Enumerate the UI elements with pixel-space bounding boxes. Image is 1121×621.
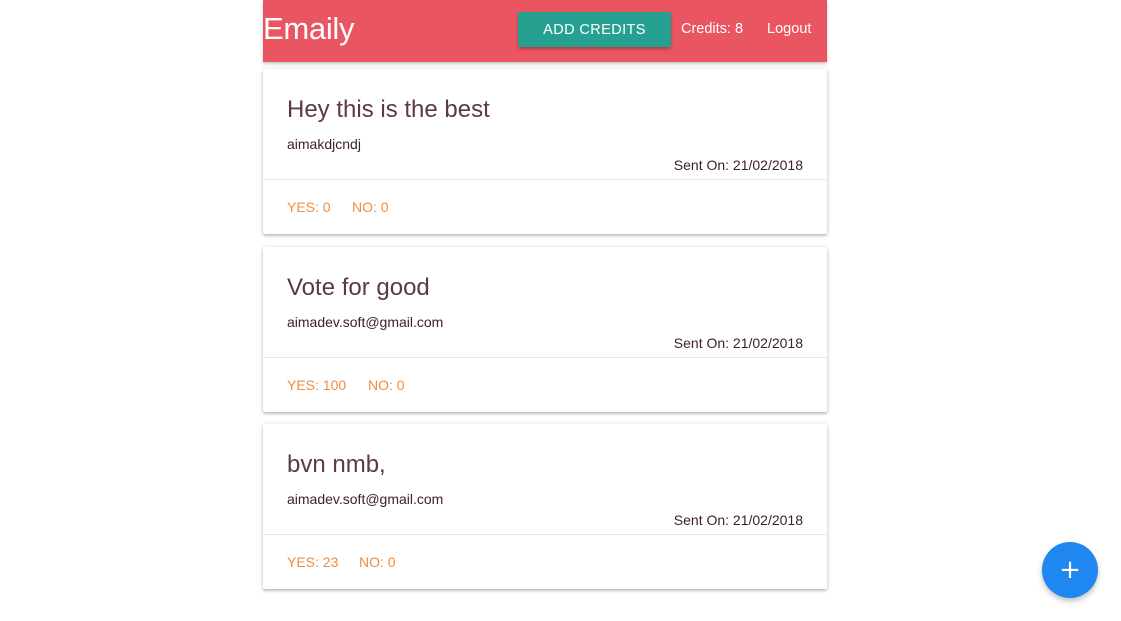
survey-sent-date: Sent On: 21/02/2018: [673, 335, 803, 351]
survey-sent-date: Sent On: 21/02/2018: [673, 157, 803, 173]
survey-card-content: Vote for good aimadev.soft@gmail.com Sen…: [263, 247, 827, 358]
no-count[interactable]: NO: 0: [352, 198, 389, 216]
survey-recipient: aimakdjcndj: [287, 136, 361, 152]
logout-link[interactable]: Logout: [767, 20, 811, 38]
add-icon: +: [1059, 555, 1081, 585]
add-credits-button[interactable]: ADD CREDITS: [518, 12, 671, 47]
new-survey-button[interactable]: +: [1042, 542, 1098, 598]
survey-card-actions: YES: 23 NO: 0: [263, 535, 827, 589]
credits-count: Credits: 8: [681, 21, 744, 37]
survey-recipient: aimadev.soft@gmail.com: [287, 491, 444, 507]
yes-count[interactable]: YES: 23: [287, 553, 338, 571]
survey-title: Vote for good: [287, 274, 430, 301]
survey-title: bvn nmb,: [287, 451, 386, 478]
brand-logo[interactable]: Emaily: [263, 10, 355, 48]
survey-card: Vote for good aimadev.soft@gmail.com Sen…: [263, 247, 827, 412]
survey-card-content: bvn nmb, aimadev.soft@gmail.com Sent On:…: [263, 424, 827, 535]
main-container: Emaily ADD CREDITS Credits: 8 Logout Hey…: [263, 0, 827, 589]
survey-card-actions: YES: 0 NO: 0: [263, 180, 827, 234]
no-count[interactable]: NO: 0: [359, 553, 396, 571]
survey-card: bvn nmb, aimadev.soft@gmail.com Sent On:…: [263, 424, 827, 589]
no-count[interactable]: NO: 0: [368, 376, 405, 394]
survey-card-actions: YES: 100 NO: 0: [263, 358, 827, 412]
survey-title: Hey this is the best: [287, 96, 490, 123]
survey-card-content: Hey this is the best aimakdjcndj Sent On…: [263, 69, 827, 180]
yes-count[interactable]: YES: 100: [287, 376, 346, 394]
yes-count[interactable]: YES: 0: [287, 198, 331, 216]
survey-recipient: aimadev.soft@gmail.com: [287, 314, 444, 330]
survey-card: Hey this is the best aimakdjcndj Sent On…: [263, 69, 827, 234]
survey-sent-date: Sent On: 21/02/2018: [673, 512, 803, 528]
navbar: Emaily ADD CREDITS Credits: 8 Logout: [263, 0, 827, 62]
